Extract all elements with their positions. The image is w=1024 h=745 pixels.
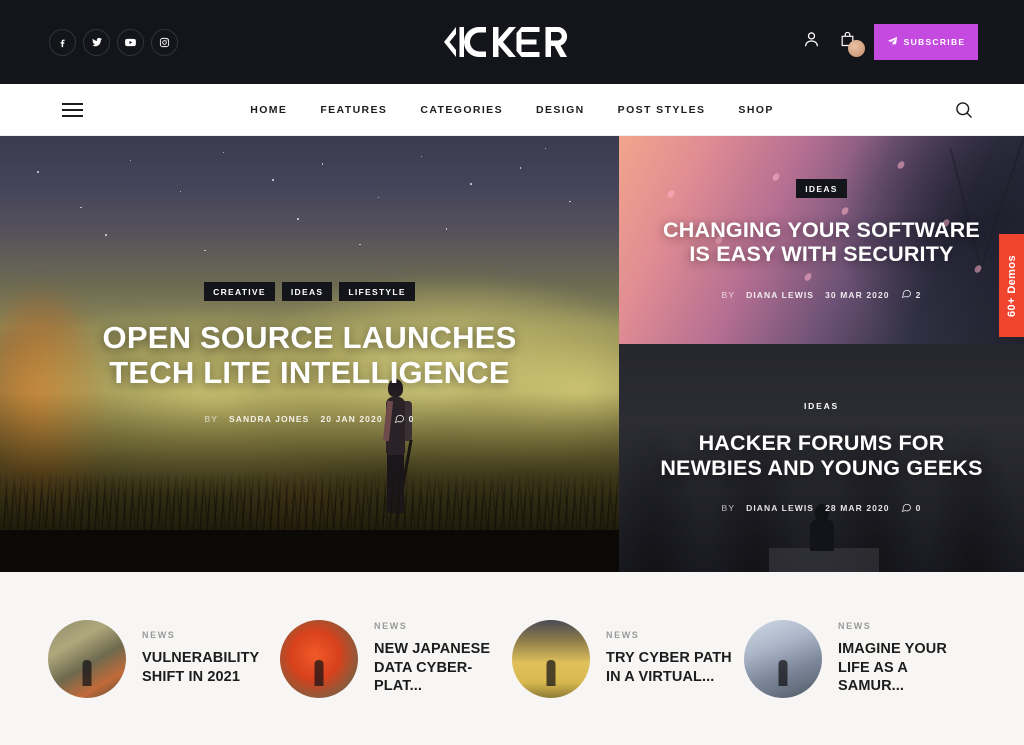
secondary-posts: IDEAS CHANGING YOUR SOFTWARE IS EASY WIT…: [619, 136, 1024, 572]
tag-creative[interactable]: CREATIVE: [204, 282, 275, 302]
account-button[interactable]: [802, 30, 821, 54]
top-bar-actions: SUBSCRIBE: [802, 24, 978, 60]
post-title[interactable]: TRY CYBER PATH IN A VIRTUAL...: [606, 649, 744, 687]
social-link-facebook[interactable]: [49, 28, 76, 56]
instagram-icon: [159, 37, 170, 48]
tag-ideas[interactable]: IDEAS: [281, 282, 333, 302]
tag-lifestyle[interactable]: LIFESTYLE: [339, 282, 415, 302]
social-link-twitter[interactable]: [83, 28, 110, 56]
post-category[interactable]: NEWS: [838, 621, 976, 631]
secondary-post-2-comments: 0: [901, 502, 922, 515]
nav-item-post-styles[interactable]: POST STYLES: [618, 104, 706, 116]
by-label: BY: [721, 503, 736, 514]
social-link-youtube[interactable]: [117, 28, 144, 56]
comment-icon: [901, 502, 912, 515]
twitter-icon: [91, 36, 103, 48]
post-thumbnail[interactable]: [48, 619, 126, 698]
secondary-post-2-comment-count: 0: [915, 503, 922, 514]
post-title[interactable]: IMAGINE YOUR LIFE AS A SAMUR...: [838, 640, 976, 697]
secondary-post-1-overlay: IDEAS CHANGING YOUR SOFTWARE IS EASY WIT…: [619, 136, 1024, 344]
tag-ideas[interactable]: IDEAS: [796, 178, 847, 198]
list-item[interactable]: NEWS NEW JAPANESE DATA CYBER-PLAT...: [280, 619, 512, 698]
nav-item-home[interactable]: HOME: [250, 104, 287, 116]
tag-ideas[interactable]: IDEAS: [804, 401, 839, 411]
comment-icon: [394, 413, 405, 426]
secondary-post-1-tags: IDEAS: [796, 178, 847, 198]
by-label: BY: [204, 414, 219, 425]
featured-post[interactable]: CREATIVE IDEAS LIFESTYLE OPEN SOURCE LAU…: [0, 136, 619, 572]
cart-badge: [848, 40, 865, 57]
facebook-icon: [57, 37, 68, 48]
comment-icon: [901, 288, 912, 301]
secondary-post-2-title[interactable]: HACKER FORUMS FOR NEWBIES AND YOUNG GEEK…: [657, 431, 987, 479]
featured-post-comments: 0: [394, 413, 415, 426]
subscribe-button[interactable]: SUBSCRIBE: [874, 24, 978, 60]
list-item[interactable]: NEWS TRY CYBER PATH IN A VIRTUAL...: [512, 619, 744, 698]
by-label: BY: [721, 289, 736, 300]
paper-plane-icon: [887, 36, 898, 49]
social-links: [49, 28, 178, 56]
subscribe-button-label: SUBSCRIBE: [903, 37, 966, 47]
post-thumbnail[interactable]: [744, 619, 822, 698]
secondary-post-2-overlay: IDEAS HACKER FORUMS FOR NEWBIES AND YOUN…: [619, 344, 1024, 572]
featured-post-overlay: CREATIVE IDEAS LIFESTYLE OPEN SOURCE LAU…: [0, 136, 619, 572]
post-title[interactable]: VULNERABILITY SHIFT IN 2021: [142, 649, 280, 687]
top-bar: KICKER: [0, 0, 1024, 84]
post-category[interactable]: NEWS: [374, 621, 512, 631]
nav-item-categories[interactable]: CATEGORIES: [420, 104, 503, 116]
secondary-post-2-meta: BY DIANA LEWIS 28 MAR 2020 0: [722, 502, 922, 515]
list-item[interactable]: NEWS VULNERABILITY SHIFT IN 2021: [48, 619, 280, 698]
featured-post-date: 20 JAN 2020: [320, 414, 383, 425]
search-icon[interactable]: [954, 100, 974, 120]
secondary-post-1[interactable]: IDEAS CHANGING YOUR SOFTWARE IS EASY WIT…: [619, 136, 1024, 344]
hamburger-icon[interactable]: [62, 102, 83, 117]
user-icon: [802, 30, 821, 54]
secondary-post-2-author[interactable]: DIANA LEWIS: [746, 503, 814, 513]
secondary-post-2[interactable]: IDEAS HACKER FORUMS FOR NEWBIES AND YOUN…: [619, 344, 1024, 572]
post-thumbnail[interactable]: [512, 619, 590, 698]
demos-tab-button[interactable]: 60+ Demos: [999, 234, 1024, 337]
post-category[interactable]: NEWS: [142, 630, 280, 640]
nav-item-design[interactable]: DESIGN: [536, 104, 585, 116]
cart-button[interactable]: [839, 31, 865, 57]
featured-post-title[interactable]: OPEN SOURCE LAUNCHES TECH LITE INTELLIGE…: [70, 320, 550, 390]
post-title[interactable]: NEW JAPANESE DATA CYBER-PLAT...: [374, 640, 512, 697]
secondary-post-1-date: 30 MAR 2020: [825, 289, 890, 300]
secondary-post-1-author[interactable]: DIANA LEWIS: [746, 290, 814, 300]
list-item[interactable]: NEWS IMAGINE YOUR LIFE AS A SAMUR...: [744, 619, 976, 698]
featured-post-meta: BY SANDRA JONES 20 JAN 2020 0: [204, 413, 414, 426]
secondary-post-1-title[interactable]: CHANGING YOUR SOFTWARE IS EASY WITH SECU…: [657, 218, 987, 266]
demos-tab-label: 60+ Demos: [1005, 254, 1018, 317]
nav-links: HOME FEATURES CATEGORIES DESIGN POST STY…: [0, 104, 1024, 116]
hero-section: CREATIVE IDEAS LIFESTYLE OPEN SOURCE LAU…: [0, 136, 1024, 572]
secondary-post-1-comments: 2: [901, 288, 922, 301]
featured-post-comment-count: 0: [408, 414, 415, 425]
secondary-post-1-meta: BY DIANA LEWIS 30 MAR 2020 2: [722, 288, 922, 301]
social-link-instagram[interactable]: [151, 28, 178, 56]
youtube-icon: [124, 36, 137, 49]
nav-item-shop[interactable]: SHOP: [738, 104, 773, 116]
main-navigation: HOME FEATURES CATEGORIES DESIGN POST STY…: [0, 84, 1024, 136]
post-thumbnail[interactable]: [280, 619, 358, 698]
site-logo[interactable]: KICKER: [438, 21, 586, 63]
post-category[interactable]: NEWS: [606, 630, 744, 640]
nav-item-features[interactable]: FEATURES: [320, 104, 387, 116]
featured-post-author[interactable]: SANDRA JONES: [229, 414, 309, 424]
latest-posts-strip: NEWS VULNERABILITY SHIFT IN 2021 NEWS NE…: [0, 572, 1024, 745]
featured-post-tags: CREATIVE IDEAS LIFESTYLE: [204, 282, 415, 302]
secondary-post-2-date: 28 MAR 2020: [825, 503, 890, 514]
secondary-post-1-comment-count: 2: [915, 289, 922, 300]
